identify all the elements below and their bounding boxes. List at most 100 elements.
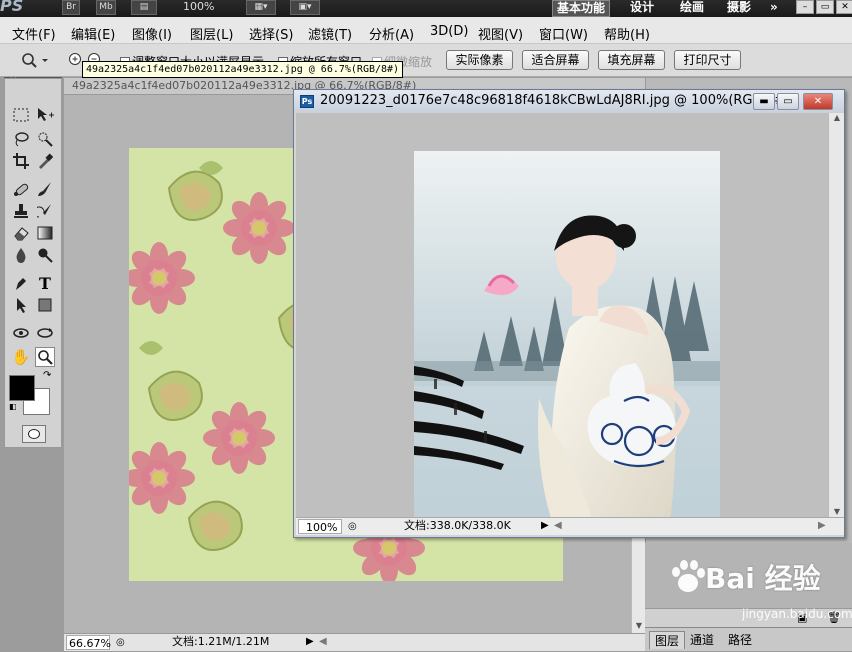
magnifier-icon bbox=[38, 350, 53, 365]
woman-with-vase-art bbox=[414, 151, 720, 528]
fill-screen-button[interactable]: 填充屏幕 bbox=[598, 50, 665, 70]
tab-paths[interactable]: 路径 bbox=[723, 631, 757, 649]
lasso-icon bbox=[15, 132, 29, 147]
menu-view[interactable]: 视图(V) bbox=[478, 24, 523, 43]
tab-channels[interactable]: 通道 bbox=[685, 631, 719, 649]
hand-tool[interactable]: ✋ bbox=[11, 347, 31, 367]
history-brush-tool[interactable] bbox=[35, 201, 55, 221]
front-document-vertical-scrollbar[interactable]: ▲ ▼ bbox=[828, 113, 844, 517]
zoom-tool-preset-picker[interactable] bbox=[20, 50, 52, 70]
blur-drop-icon bbox=[16, 248, 26, 263]
menu-select[interactable]: 选择(S) bbox=[249, 24, 293, 43]
3d-orbit-icon bbox=[37, 328, 53, 338]
lasso-tool[interactable] bbox=[11, 129, 31, 149]
screen-mode-button[interactable]: ▣▾ bbox=[290, 0, 320, 15]
move-tool[interactable] bbox=[35, 105, 55, 125]
menu-image[interactable]: 图像(I) bbox=[132, 24, 172, 43]
close-app-button[interactable]: ✕ bbox=[836, 0, 852, 14]
move-icon bbox=[38, 108, 54, 121]
rectangle-tool[interactable] bbox=[35, 295, 55, 315]
watermark-url: jingyan.baidu.com bbox=[742, 607, 852, 621]
menu-window[interactable]: 窗口(W) bbox=[539, 24, 588, 43]
menu-help[interactable]: 帮助(H) bbox=[604, 24, 650, 43]
front-document-status-bar: 100% ◎ 文档:338.0K/338.0K ▶ ◀ ▶ bbox=[296, 517, 844, 535]
brush-tool[interactable] bbox=[35, 179, 55, 199]
path-selection-icon bbox=[17, 298, 26, 313]
spot-healing-tool[interactable] bbox=[11, 179, 31, 199]
zoom-percentage-field[interactable]: 66.67% bbox=[66, 635, 111, 650]
brush-icon bbox=[38, 182, 51, 196]
status-expand-arrow-icon[interactable]: ▶ bbox=[306, 634, 314, 650]
print-size-button[interactable]: 打印尺寸 bbox=[674, 50, 741, 70]
healing-brush-icon bbox=[14, 183, 29, 196]
front-document-window[interactable]: Ps 20091223_d0176e7c48c96818f4618kCBwLdA… bbox=[293, 89, 845, 538]
eyedropper-icon bbox=[39, 153, 53, 169]
view-extras-button[interactable]: ▤ bbox=[131, 0, 157, 15]
front-horizontal-scroll-right-icon[interactable]: ▶ bbox=[818, 518, 826, 534]
marquee-tool[interactable] bbox=[11, 105, 31, 125]
background-document-status-bar: 66.67% ◎ 文档:1.21M/1.21M ▶ ◀ bbox=[64, 633, 645, 651]
front-document-canvas[interactable] bbox=[296, 113, 828, 528]
quick-selection-tool[interactable] bbox=[35, 129, 55, 149]
menu-file[interactable]: 文件(F) bbox=[12, 24, 56, 43]
foreground-color-swatch[interactable] bbox=[9, 375, 35, 401]
path-selection-tool[interactable] bbox=[11, 295, 31, 315]
clone-stamp-tool[interactable] bbox=[11, 201, 31, 221]
arrange-documents-button[interactable]: ▦▾ bbox=[246, 0, 276, 15]
front-scroll-up-icon[interactable]: ▲ bbox=[832, 113, 842, 123]
gradient-tool[interactable] bbox=[35, 223, 55, 243]
hand-icon: ✋ bbox=[11, 348, 31, 366]
crop-tool[interactable] bbox=[11, 151, 31, 171]
eraser-icon bbox=[14, 227, 29, 241]
bridge-button[interactable]: Br bbox=[62, 0, 80, 15]
workspace-painting[interactable]: 绘画 bbox=[680, 0, 704, 17]
front-status-expand-arrow-icon[interactable]: ▶ bbox=[541, 518, 549, 534]
zoom-in-icon[interactable] bbox=[68, 52, 83, 67]
stamp-icon bbox=[14, 204, 28, 218]
zoom-icon bbox=[22, 53, 48, 68]
more-workspaces-button[interactable]: » bbox=[770, 0, 778, 17]
front-horizontal-scroll-left-icon[interactable]: ◀ bbox=[554, 518, 562, 534]
maximize-window-button[interactable]: ▭ bbox=[777, 93, 799, 110]
application-bar: PS Br Mb ▤ 100% ▦▾ ▣▾ 基本功能 设计 绘画 摄影 » – … bbox=[0, 0, 852, 17]
crop-icon bbox=[13, 153, 29, 169]
menu-layer[interactable]: 图层(L) bbox=[190, 24, 233, 43]
type-tool[interactable]: T bbox=[35, 273, 55, 293]
actual-pixels-button[interactable]: 实际像素 bbox=[446, 50, 513, 70]
quick-mask-button[interactable] bbox=[22, 425, 46, 443]
minimize-app-button[interactable]: – bbox=[796, 0, 814, 14]
close-window-button[interactable]: ✕ bbox=[803, 93, 833, 110]
default-colors-icon[interactable]: ◧ bbox=[9, 402, 17, 411]
dodge-tool[interactable] bbox=[35, 245, 55, 265]
menu-3d[interactable]: 3D(D) bbox=[430, 24, 468, 39]
scroll-down-arrow-icon[interactable]: ▼ bbox=[634, 621, 644, 631]
workspace-photography[interactable]: 摄影 bbox=[727, 0, 751, 17]
restore-app-button[interactable]: ▭ bbox=[816, 0, 834, 14]
menu-filter[interactable]: 滤镜(T) bbox=[308, 24, 352, 43]
marquee-icon bbox=[13, 108, 29, 122]
horizontal-scroll-left-icon[interactable]: ◀ bbox=[319, 634, 327, 650]
workspace-essentials[interactable]: 基本功能 bbox=[552, 0, 611, 17]
blur-tool[interactable] bbox=[11, 245, 31, 265]
tab-layers[interactable]: 图层 bbox=[649, 631, 686, 649]
zoom-level-dropdown[interactable]: 100% bbox=[183, 0, 214, 13]
front-status-menu-icon[interactable]: ◎ bbox=[348, 519, 357, 535]
menu-analysis[interactable]: 分析(A) bbox=[369, 24, 414, 43]
minibridge-button[interactable]: Mb bbox=[96, 0, 116, 15]
minimize-window-button[interactable]: ▬ bbox=[753, 93, 775, 110]
3d-orbit-tool[interactable] bbox=[35, 323, 55, 343]
workspace-design[interactable]: 设计 bbox=[630, 0, 654, 17]
front-zoom-percentage-field[interactable]: 100% bbox=[298, 519, 342, 534]
3d-rotate-tool[interactable] bbox=[11, 323, 31, 343]
layers-panel-tabs: 图层 通道 路径 bbox=[645, 627, 852, 651]
swap-colors-icon[interactable]: ↷ bbox=[43, 370, 51, 381]
menu-edit[interactable]: 编辑(E) bbox=[71, 24, 115, 43]
pen-tool[interactable] bbox=[11, 273, 31, 293]
zoom-tool[interactable] bbox=[35, 347, 55, 367]
front-scroll-down-icon[interactable]: ▼ bbox=[832, 507, 842, 517]
fit-screen-button[interactable]: 适合屏幕 bbox=[522, 50, 589, 70]
eyedropper-tool[interactable] bbox=[35, 151, 55, 171]
status-menu-icon[interactable]: ◎ bbox=[116, 635, 125, 651]
dodge-icon bbox=[38, 248, 53, 263]
eraser-tool[interactable] bbox=[11, 223, 31, 243]
